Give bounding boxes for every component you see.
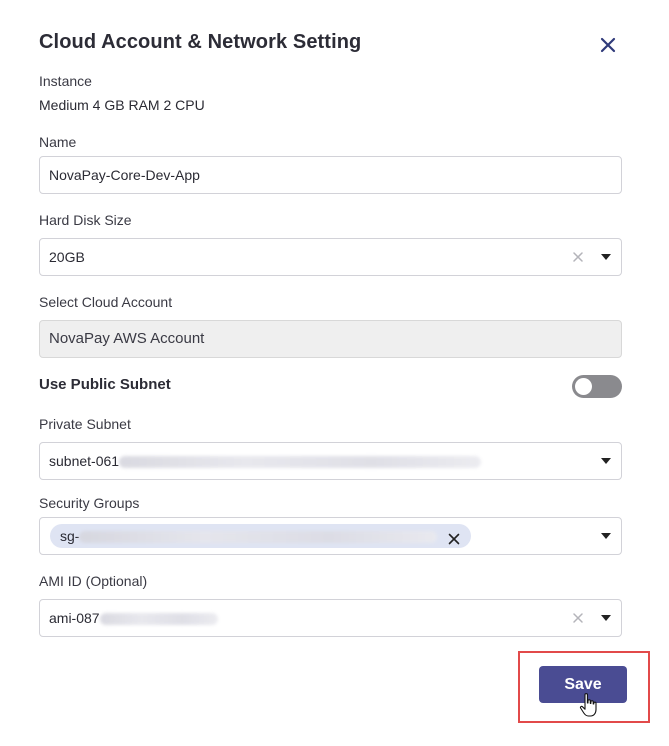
private-subnet-value: subnet-061 xyxy=(49,443,482,479)
hard-disk-select[interactable]: 20GB xyxy=(39,238,622,276)
redacted-text xyxy=(79,531,438,544)
private-subnet-label: Private Subnet xyxy=(39,416,131,432)
dialog-title: Cloud Account & Network Setting xyxy=(39,31,362,53)
cloud-account-select: NovaPay AWS Account xyxy=(39,320,622,358)
name-input-value: NovaPay-Core-Dev-App xyxy=(49,167,200,183)
cloud-account-network-dialog: Cloud Account & Network Setting Instance… xyxy=(0,0,669,746)
ami-prefix: ami-087 xyxy=(49,610,100,626)
close-icon[interactable] xyxy=(597,34,619,56)
private-subnet-prefix: subnet-061 xyxy=(49,453,120,469)
instance-value: Medium 4 GB RAM 2 CPU xyxy=(39,97,205,113)
name-label: Name xyxy=(39,134,77,150)
security-groups-select[interactable]: sg- xyxy=(39,517,622,555)
chevron-down-icon[interactable] xyxy=(601,615,611,621)
chevron-down-icon[interactable] xyxy=(601,533,611,539)
instance-label: Instance xyxy=(39,73,92,89)
public-subnet-label: Use Public Subnet xyxy=(39,376,171,393)
clear-icon[interactable] xyxy=(571,611,585,625)
name-input[interactable]: NovaPay-Core-Dev-App xyxy=(39,156,622,194)
hand-cursor-icon xyxy=(578,692,600,718)
toggle-knob xyxy=(575,378,592,395)
chevron-down-icon[interactable] xyxy=(601,458,611,464)
hard-disk-value: 20GB xyxy=(49,249,85,265)
clear-icon[interactable] xyxy=(571,250,585,264)
security-group-chip: sg- xyxy=(50,524,471,548)
security-group-prefix: sg- xyxy=(60,528,80,544)
ami-label: AMI ID (Optional) xyxy=(39,573,148,589)
public-subnet-toggle[interactable] xyxy=(572,375,622,398)
redacted-text xyxy=(99,613,218,626)
ami-value: ami-087 xyxy=(49,600,218,636)
cloud-account-label: Select Cloud Account xyxy=(39,294,173,310)
remove-chip-icon[interactable] xyxy=(447,529,461,545)
cloud-account-value: NovaPay AWS Account xyxy=(49,330,205,347)
security-groups-label: Security Groups xyxy=(39,495,140,511)
ami-select[interactable]: ami-087 xyxy=(39,599,622,637)
chevron-down-icon[interactable] xyxy=(601,254,611,260)
redacted-text xyxy=(119,456,482,469)
hard-disk-label: Hard Disk Size xyxy=(39,212,132,228)
private-subnet-select[interactable]: subnet-061 xyxy=(39,442,622,480)
